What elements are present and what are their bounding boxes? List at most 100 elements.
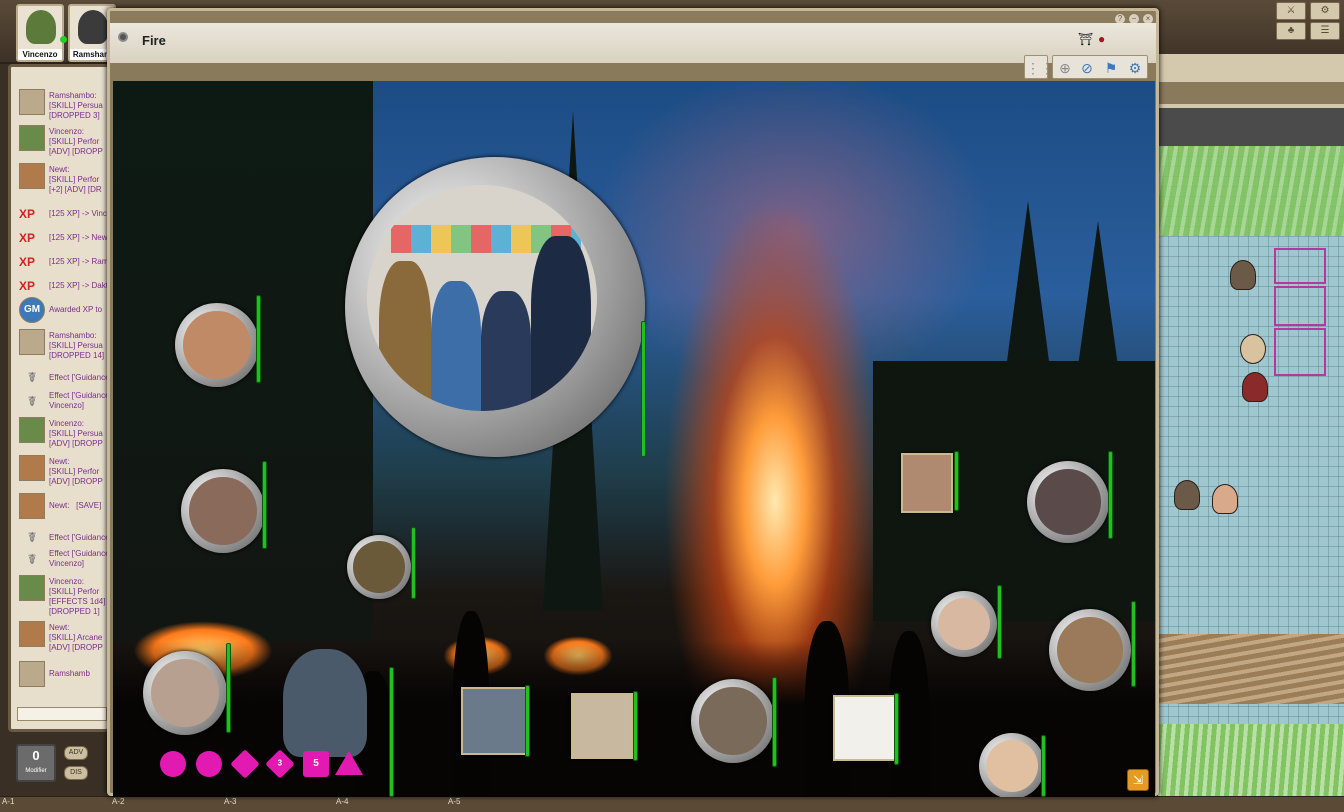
target-icon[interactable]: ⊕ [1055,58,1075,78]
map-grass [1158,724,1344,796]
character-mini[interactable] [283,649,367,757]
character-token[interactable] [461,687,527,755]
avatar [19,575,45,601]
health-bar [772,677,777,767]
character-token[interactable] [347,535,411,599]
health-bar [226,643,231,733]
battle-map[interactable] [1158,146,1344,796]
character-token[interactable] [175,303,259,387]
d6-die[interactable]: 5 [303,751,329,777]
grid-tool[interactable]: ⋮⋮ [1024,55,1054,79]
character-token[interactable] [901,453,953,513]
chat-text: [125 XP] -> Newt [49,233,110,242]
health-bar [256,295,261,383]
character-token[interactable] [143,651,227,735]
window-toolstrip [110,63,1156,81]
character-token[interactable] [833,695,897,761]
portrait-name: Vincenzo [18,49,62,60]
resize-handle-icon[interactable]: ⇲ [1127,769,1149,791]
window-title: Fire [142,33,166,48]
avatar [19,329,45,355]
character-figure [78,10,108,44]
person [379,261,431,411]
chat-text: Awarded XP to [49,305,103,314]
character-figure [26,10,56,44]
hotkey-label[interactable]: A-1 [2,797,14,806]
character-token[interactable] [979,733,1045,797]
chat-entry: Newt: [SKILL] Perfor [+2] [ADV] [DR [17,163,107,194]
hotkey-label[interactable]: A-4 [336,797,348,806]
online-status-indicator [60,36,67,43]
health-bar [997,585,1002,659]
map-zone [1274,286,1326,326]
sidebar-tool-button[interactable]: ⚙ [1310,2,1340,20]
modifier-value: 0 [32,748,40,763]
token-portrait [937,597,991,651]
advantage-button[interactable]: ADV [64,746,88,760]
character-token[interactable] [1049,609,1131,691]
chat-text: [125 XP] -> Vince [49,209,110,218]
health-bar [641,321,646,457]
hotkey-label[interactable]: A-3 [224,797,236,806]
character-token[interactable] [931,591,997,657]
health-bar [411,527,416,599]
modifier-box[interactable]: 0 Modifier [16,744,56,782]
map-zone [1274,248,1326,284]
disadvantage-button[interactable]: DIS [64,766,88,780]
map-token[interactable] [1174,480,1200,510]
image-toolbar: ⊕ ⊘ ⚑ ⚙ [1052,55,1148,79]
settings-icon[interactable]: ⚙ [1125,58,1145,78]
window-titlebar[interactable]: Fire ⛩ ● [110,23,1156,63]
effect-icon: ☤ [27,551,37,567]
hotkey-bar: A-1 A-2 A-3 A-4 A-5 [0,796,1344,812]
token-portrait [151,659,219,727]
map-token[interactable] [1212,484,1238,514]
person [431,281,481,411]
health-bar [389,667,394,797]
character-token[interactable] [181,469,265,553]
character-token[interactable] [1027,461,1109,543]
health-bar [1108,451,1113,539]
sidebar-tool-button[interactable]: ⚔ [1276,2,1306,20]
token-portrait [1057,617,1123,683]
avatar [19,125,45,151]
photo-token[interactable] [345,157,645,457]
d4-die[interactable] [335,751,363,775]
sidebar-tool-button[interactable]: ♣ [1276,22,1306,40]
token-portrait [699,687,767,755]
chat-entry: Ramshambo: [SKILL] Persua [DROPPED 14] [17,329,107,360]
lock-icon[interactable]: ● [1098,32,1105,46]
chat-entry: Ramshamb [17,661,107,691]
chat-entry: ☤ Effect ['Guidance Vincenzo] [17,389,107,419]
health-bar [525,685,530,757]
character-token[interactable] [691,679,775,763]
map-token[interactable] [1242,372,1268,402]
share-icon[interactable]: ⛩ [1078,32,1093,46]
chat-panel[interactable]: Ramshambo: [SKILL] Persua [DROPPED 3] Vi… [8,64,110,732]
chat-text: Vincenzo: [SKILL] Persua [ADV] [DROPP [49,419,103,448]
avatar [19,661,45,687]
hotkey-label[interactable]: A-5 [448,797,460,806]
no-target-icon[interactable]: ⊘ [1077,58,1097,78]
chat-text: Effect ['Guidance [49,533,110,542]
chat-input[interactable] [17,707,107,721]
party-portrait-vincenzo[interactable]: Vincenzo [16,4,64,62]
grid-icon[interactable]: ⋮⋮ [1026,58,1054,78]
chat-entry: Newt: [SAVE] [17,493,107,523]
flag-icon[interactable]: ⚑ [1101,58,1121,78]
map-toolbar [1158,82,1344,104]
map-grass [1158,146,1344,236]
window-knob-icon [118,32,128,42]
health-bar [633,691,638,761]
d12-die[interactable] [196,751,222,777]
health-bar [1041,735,1046,797]
map-token[interactable] [1230,260,1256,290]
scene-image[interactable]: 3 5 ⇲ [113,81,1155,797]
d20-die[interactable] [160,751,186,777]
map-zone [1274,328,1326,376]
sidebar-tool-button[interactable]: ☰ [1310,22,1340,40]
hotkey-label[interactable]: A-2 [112,797,124,806]
character-token[interactable] [571,693,633,759]
avatar [19,163,45,189]
map-token[interactable] [1240,334,1266,364]
